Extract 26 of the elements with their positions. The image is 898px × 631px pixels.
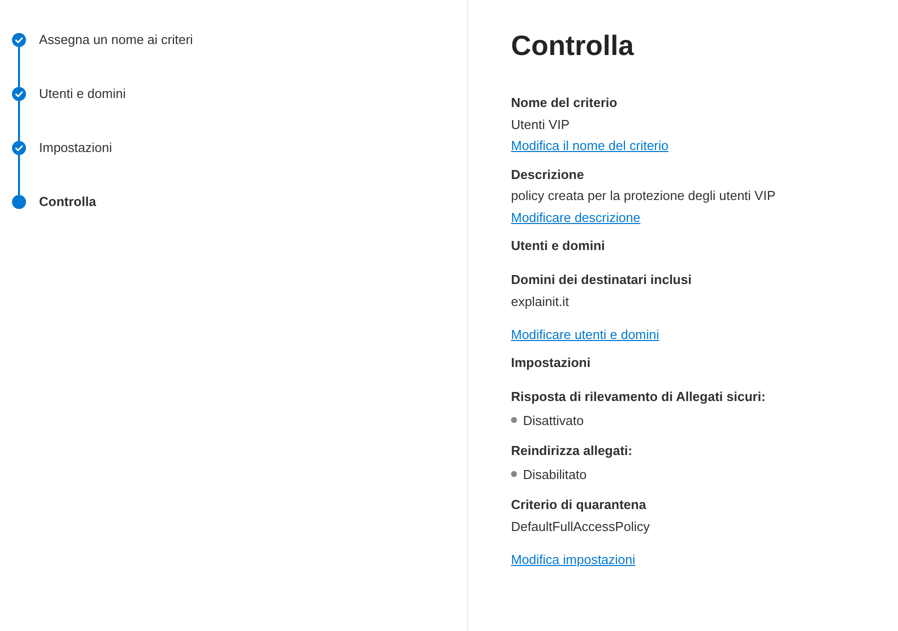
field-label: Descrizione bbox=[511, 166, 584, 184]
section-heading: Utenti e domini bbox=[511, 237, 605, 255]
edit-link[interactable]: Modificare utenti e domini bbox=[511, 324, 660, 345]
edit-link[interactable]: Modifica il nome del criterio bbox=[511, 135, 669, 156]
step-connector bbox=[18, 155, 20, 195]
status-text: Disattivato bbox=[523, 412, 584, 430]
edit-link[interactable]: Modificare descrizione bbox=[511, 206, 640, 228]
step-connector bbox=[18, 101, 20, 141]
field-label: Nome del criterio bbox=[511, 94, 618, 112]
field-value: policy creata per la protezione degli utenti VIP bbox=[511, 187, 776, 205]
field-value: DefaultFullAccessPolicy bbox=[511, 518, 650, 536]
field-label: Risposta di rilevamento di Allegati sicuri: bbox=[511, 388, 766, 406]
field-label: Domini dei destinatari inclusi bbox=[511, 271, 692, 289]
step-label: Impostazioni bbox=[39, 141, 112, 155]
field-value: Utenti VIP bbox=[511, 116, 570, 134]
step-label: Controlla bbox=[39, 195, 96, 209]
field-value: explainit.it bbox=[511, 292, 569, 311]
field-label: Criterio di quarantena bbox=[511, 496, 646, 514]
step-label: Utenti e domini bbox=[39, 87, 126, 101]
step-label: Assegna un nome ai criteri bbox=[39, 33, 193, 47]
page-title: Controlla bbox=[511, 29, 634, 63]
field-label: Reindirizza allegati: bbox=[511, 442, 632, 460]
status-text: Disabilitato bbox=[523, 466, 587, 484]
step-connector bbox=[18, 47, 20, 87]
section-heading: Impostazioni bbox=[511, 354, 590, 372]
edit-link[interactable]: Modifica impostazioni bbox=[511, 548, 636, 570]
